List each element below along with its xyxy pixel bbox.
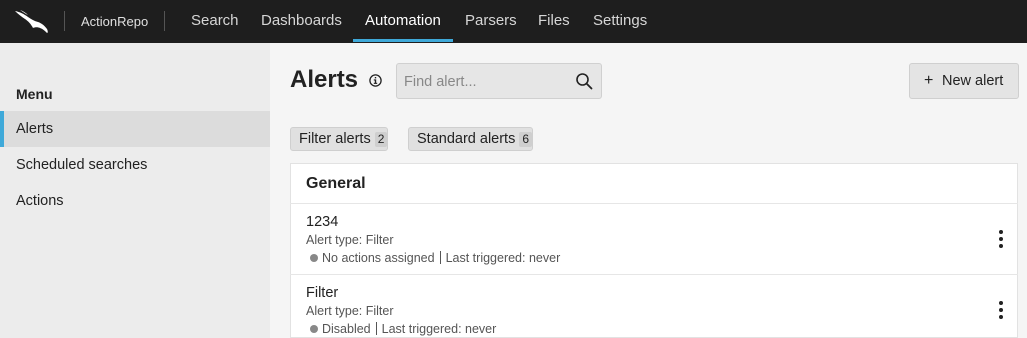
tab-files[interactable]: Files <box>538 12 570 29</box>
row-divider <box>290 274 1018 275</box>
alert-status: No actions assigned <box>322 251 435 265</box>
logo-divider <box>64 11 65 31</box>
alert-type: Alert type: Filter <box>306 233 394 247</box>
more-options-icon[interactable] <box>996 300 1006 320</box>
filter-alerts-count: 2 <box>374 132 388 147</box>
info-icon[interactable] <box>369 74 382 87</box>
sidebar-item-scheduled-searches[interactable]: Scheduled searches <box>0 147 270 183</box>
menu-heading: Menu <box>16 86 53 102</box>
alert-name[interactable]: 1234 <box>306 214 338 230</box>
alert-name[interactable]: Filter <box>306 285 338 301</box>
page-title: Alerts <box>290 66 359 93</box>
status-dot <box>310 325 318 333</box>
top-navigation-bar: ActionRepo Search Dashboards Automation … <box>0 0 1027 43</box>
status-separator <box>375 322 377 335</box>
alert-status-line: Disabled Last triggered: never <box>310 322 496 336</box>
standard-alerts-label: Standard alerts <box>417 131 516 147</box>
sidebar-item-actions[interactable]: Actions <box>0 183 270 219</box>
alert-type: Alert type: Filter <box>306 304 394 318</box>
alert-status: Disabled <box>322 322 371 336</box>
filter-alerts-label: Filter alerts <box>299 131 371 147</box>
plus-icon: + <box>924 72 934 89</box>
sidebar-item-alerts[interactable]: Alerts <box>0 111 270 147</box>
header-divider <box>290 203 1018 204</box>
tab-settings[interactable]: Settings <box>593 12 647 29</box>
sidebar: Menu Alerts Scheduled searches Actions <box>0 43 270 338</box>
repository-divider <box>164 11 165 31</box>
alert-status-line: No actions assigned Last triggered: never <box>310 251 560 265</box>
tab-search[interactable]: Search <box>191 12 239 29</box>
search-box <box>396 63 602 99</box>
tab-dashboards[interactable]: Dashboards <box>261 12 342 29</box>
search-input[interactable] <box>404 72 564 92</box>
tab-automation[interactable]: Automation <box>365 12 441 29</box>
status-separator <box>439 251 441 264</box>
active-tab-indicator <box>353 39 453 42</box>
group-title: General <box>306 175 366 192</box>
new-alert-label: New alert <box>942 73 1004 89</box>
repository-name[interactable]: ActionRepo <box>81 14 148 29</box>
status-dot <box>310 254 318 262</box>
alert-last-triggered: Last triggered: never <box>381 322 497 336</box>
more-options-icon[interactable] <box>996 229 1006 249</box>
falcon-logo-icon[interactable] <box>14 8 50 34</box>
tab-parsers[interactable]: Parsers <box>465 12 517 29</box>
filter-alerts-chip[interactable]: Filter alerts 2 <box>290 127 389 151</box>
alert-last-triggered: Last triggered: never <box>445 251 561 265</box>
new-alert-button[interactable]: + New alert <box>909 63 1019 99</box>
standard-alerts-count: 6 <box>519 132 533 147</box>
standard-alerts-chip[interactable]: Standard alerts 6 <box>408 127 534 151</box>
search-icon[interactable] <box>575 72 593 90</box>
